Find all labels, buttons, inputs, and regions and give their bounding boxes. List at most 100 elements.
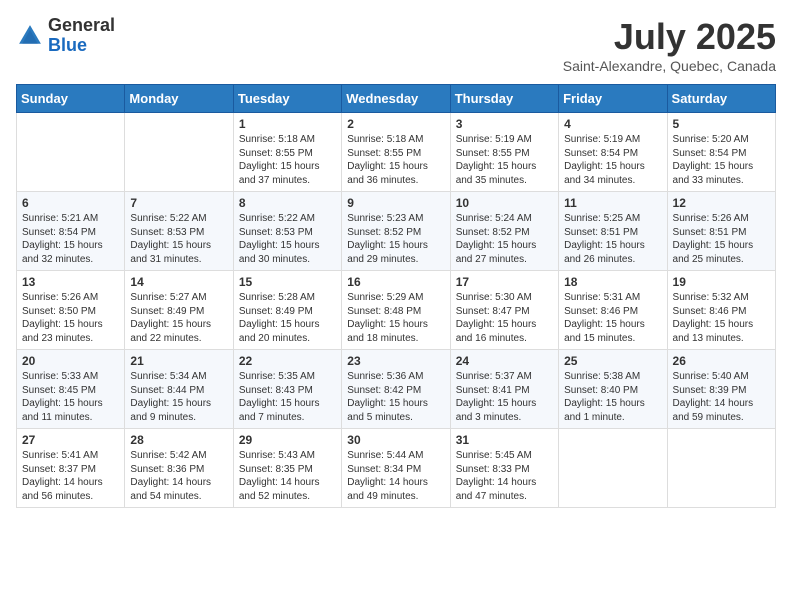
page-header: General Blue July 2025 Saint-Alexandre, … (16, 16, 776, 74)
day-number: 11 (564, 196, 661, 210)
calendar-cell: 21 Sunrise: 5:34 AMSunset: 8:44 PMDayligh… (125, 350, 233, 429)
calendar-cell: 15 Sunrise: 5:28 AMSunset: 8:49 PMDayligh… (233, 271, 341, 350)
logo-icon (16, 22, 44, 50)
calendar-day-header: Wednesday (342, 85, 450, 113)
calendar-cell: 6Sunrise: 5:21 AMSunset: 8:54 PMDaylight… (17, 192, 125, 271)
cell-content: Sunrise: 5:18 AMSunset: 8:55 PMDaylight:… (347, 133, 444, 187)
calendar-week-row: 20 Sunrise: 5:33 AMSunset: 8:45 PMDayligh… (17, 350, 776, 429)
calendar-cell: 29Sunrise: 5:43 AMSunset: 8:35 PMDayligh… (233, 429, 341, 508)
calendar-week-row: 13 Sunrise: 5:26 AMSunset: 8:50 PMDayligh… (17, 271, 776, 350)
cell-content: Sunrise: 5:40 AMSunset: 8:39 PMDaylight:… (673, 370, 770, 424)
calendar-cell: 24 Sunrise: 5:37 AMSunset: 8:41 PMDayligh… (450, 350, 558, 429)
calendar-cell (667, 429, 775, 508)
day-number: 30 (347, 433, 444, 447)
location: Saint-Alexandre, Quebec, Canada (563, 58, 776, 74)
cell-content: Sunrise: 5:38 AMSunset: 8:40 PMDaylight:… (564, 370, 661, 424)
cell-content: Sunrise: 5:29 AMSunset: 8:48 PMDaylight:… (347, 291, 444, 345)
day-number: 4 (564, 117, 661, 131)
cell-content: Sunrise: 5:18 AMSunset: 8:55 PMDaylight:… (239, 133, 336, 187)
day-number: 1 (239, 117, 336, 131)
logo-blue: Blue (48, 36, 115, 56)
cell-content: Sunrise: 5:22 AMSunset: 8:53 PMDaylight:… (130, 212, 227, 266)
calendar-week-row: 1 Sunrise: 5:18 AMSunset: 8:55 PMDaylight… (17, 113, 776, 192)
day-number: 5 (673, 117, 770, 131)
cell-content: Sunrise: 5:43 AMSunset: 8:35 PMDaylight:… (239, 449, 336, 503)
logo: General Blue (16, 16, 115, 56)
cell-content: Sunrise: 5:45 AMSunset: 8:33 PMDaylight:… (456, 449, 553, 503)
day-number: 13 (22, 275, 119, 289)
calendar-cell: 27Sunrise: 5:41 AMSunset: 8:37 PMDayligh… (17, 429, 125, 508)
day-number: 19 (673, 275, 770, 289)
calendar-cell: 8Sunrise: 5:22 AMSunset: 8:53 PMDaylight… (233, 192, 341, 271)
calendar-cell: 20 Sunrise: 5:33 AMSunset: 8:45 PMDayligh… (17, 350, 125, 429)
cell-content: Sunrise: 5:19 AMSunset: 8:55 PMDaylight:… (456, 133, 553, 187)
day-number: 20 (22, 354, 119, 368)
cell-content: Sunrise: 5:34 AMSunset: 8:44 PMDaylight:… (130, 370, 227, 424)
day-number: 31 (456, 433, 553, 447)
calendar-cell (17, 113, 125, 192)
day-number: 14 (130, 275, 227, 289)
logo-text: General Blue (48, 16, 115, 56)
calendar-cell: 12 Sunrise: 5:26 AMSunset: 8:51 PMDayligh… (667, 192, 775, 271)
cell-content: Sunrise: 5:24 AMSunset: 8:52 PMDaylight:… (456, 212, 553, 266)
calendar-header-row: SundayMondayTuesdayWednesdayThursdayFrid… (17, 85, 776, 113)
calendar-cell: 4 Sunrise: 5:19 AMSunset: 8:54 PMDaylight… (559, 113, 667, 192)
day-number: 17 (456, 275, 553, 289)
calendar-cell: 11 Sunrise: 5:25 AMSunset: 8:51 PMDayligh… (559, 192, 667, 271)
cell-content: Sunrise: 5:28 AMSunset: 8:49 PMDaylight:… (239, 291, 336, 345)
cell-content: Sunrise: 5:31 AMSunset: 8:46 PMDaylight:… (564, 291, 661, 345)
cell-content: Sunrise: 5:23 AMSunset: 8:52 PMDaylight:… (347, 212, 444, 266)
day-number: 2 (347, 117, 444, 131)
calendar-cell: 30Sunrise: 5:44 AMSunset: 8:34 PMDayligh… (342, 429, 450, 508)
day-number: 21 (130, 354, 227, 368)
calendar-cell: 23Sunrise: 5:36 AMSunset: 8:42 PMDayligh… (342, 350, 450, 429)
calendar-day-header: Saturday (667, 85, 775, 113)
calendar-cell: 22Sunrise: 5:35 AMSunset: 8:43 PMDayligh… (233, 350, 341, 429)
day-number: 9 (347, 196, 444, 210)
calendar-cell: 1 Sunrise: 5:18 AMSunset: 8:55 PMDaylight… (233, 113, 341, 192)
cell-content: Sunrise: 5:21 AMSunset: 8:54 PMDaylight:… (22, 212, 119, 266)
calendar-cell: 17 Sunrise: 5:30 AMSunset: 8:47 PMDayligh… (450, 271, 558, 350)
calendar-cell: 26 Sunrise: 5:40 AMSunset: 8:39 PMDayligh… (667, 350, 775, 429)
day-number: 15 (239, 275, 336, 289)
day-number: 16 (347, 275, 444, 289)
calendar-cell: 18 Sunrise: 5:31 AMSunset: 8:46 PMDayligh… (559, 271, 667, 350)
calendar-cell: 10Sunrise: 5:24 AMSunset: 8:52 PMDayligh… (450, 192, 558, 271)
cell-content: Sunrise: 5:26 AMSunset: 8:51 PMDaylight:… (673, 212, 770, 266)
calendar-day-header: Monday (125, 85, 233, 113)
calendar-cell: 7Sunrise: 5:22 AMSunset: 8:53 PMDaylight… (125, 192, 233, 271)
cell-content: Sunrise: 5:30 AMSunset: 8:47 PMDaylight:… (456, 291, 553, 345)
calendar-day-header: Thursday (450, 85, 558, 113)
day-number: 12 (673, 196, 770, 210)
calendar-cell: 28Sunrise: 5:42 AMSunset: 8:36 PMDayligh… (125, 429, 233, 508)
day-number: 22 (239, 354, 336, 368)
calendar-cell (559, 429, 667, 508)
day-number: 25 (564, 354, 661, 368)
calendar-cell: 3 Sunrise: 5:19 AMSunset: 8:55 PMDaylight… (450, 113, 558, 192)
logo-general: General (48, 16, 115, 36)
day-number: 26 (673, 354, 770, 368)
day-number: 3 (456, 117, 553, 131)
cell-content: Sunrise: 5:37 AMSunset: 8:41 PMDaylight:… (456, 370, 553, 424)
day-number: 27 (22, 433, 119, 447)
calendar-cell: 16 Sunrise: 5:29 AMSunset: 8:48 PMDayligh… (342, 271, 450, 350)
cell-content: Sunrise: 5:26 AMSunset: 8:50 PMDaylight:… (22, 291, 119, 345)
calendar-cell: 9 Sunrise: 5:23 AMSunset: 8:52 PMDaylight… (342, 192, 450, 271)
calendar-cell (125, 113, 233, 192)
calendar-cell: 31 Sunrise: 5:45 AMSunset: 8:33 PMDayligh… (450, 429, 558, 508)
cell-content: Sunrise: 5:27 AMSunset: 8:49 PMDaylight:… (130, 291, 227, 345)
day-number: 24 (456, 354, 553, 368)
calendar-table: SundayMondayTuesdayWednesdayThursdayFrid… (16, 84, 776, 508)
day-number: 18 (564, 275, 661, 289)
cell-content: Sunrise: 5:32 AMSunset: 8:46 PMDaylight:… (673, 291, 770, 345)
calendar-cell: 13 Sunrise: 5:26 AMSunset: 8:50 PMDayligh… (17, 271, 125, 350)
calendar-day-header: Sunday (17, 85, 125, 113)
month-year: July 2025 (563, 16, 776, 58)
cell-content: Sunrise: 5:25 AMSunset: 8:51 PMDaylight:… (564, 212, 661, 266)
calendar-week-row: 27Sunrise: 5:41 AMSunset: 8:37 PMDayligh… (17, 429, 776, 508)
cell-content: Sunrise: 5:33 AMSunset: 8:45 PMDaylight:… (22, 370, 119, 424)
title-area: July 2025 Saint-Alexandre, Quebec, Canad… (563, 16, 776, 74)
cell-content: Sunrise: 5:42 AMSunset: 8:36 PMDaylight:… (130, 449, 227, 503)
cell-content: Sunrise: 5:19 AMSunset: 8:54 PMDaylight:… (564, 133, 661, 187)
day-number: 23 (347, 354, 444, 368)
